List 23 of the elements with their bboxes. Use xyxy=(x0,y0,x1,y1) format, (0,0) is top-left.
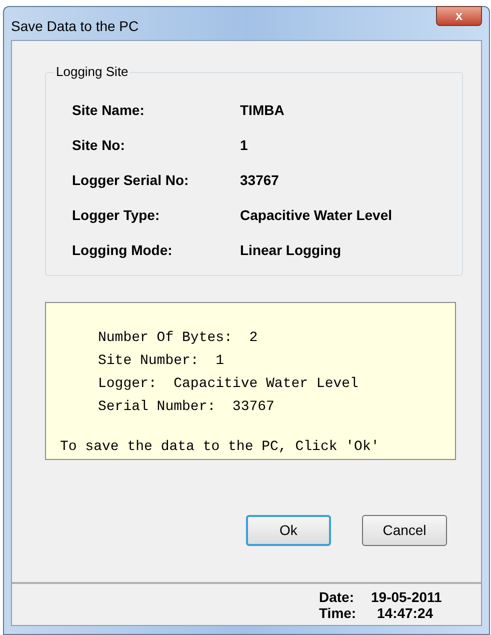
summary-line: Serial Number: 33767 xyxy=(98,398,276,417)
field-label: Logging Mode: xyxy=(72,241,174,260)
window-title: Save Data to the PC xyxy=(11,17,139,36)
status-value: 19-05-2011 xyxy=(371,588,442,604)
summary-line: Number Of Bytes: 2 xyxy=(98,329,259,348)
field-label: Logger Type: xyxy=(72,206,161,225)
group-title: Logging Site xyxy=(54,64,130,80)
field-value: Capacitive Water Level xyxy=(240,206,392,225)
field-value: 33767 xyxy=(240,171,279,190)
summary-line: Site Number: 1 xyxy=(98,352,226,371)
status-label: Date: xyxy=(319,588,356,604)
field-label: Logger Serial No: xyxy=(72,171,190,190)
field-label: Site No: xyxy=(72,136,126,155)
status-value: 14:47:24 xyxy=(376,604,434,620)
field-value: 1 xyxy=(240,136,248,155)
field-label: Site Name: xyxy=(72,101,146,120)
status-label: Time: xyxy=(319,604,358,620)
field-value: TIMBA xyxy=(240,101,284,120)
instruction-text: To save the data to the PC, Click 'Ok' xyxy=(60,438,380,457)
dialog-button[interactable]: Ok xyxy=(246,515,331,546)
summary-line: Logger: Capacitive Water Level xyxy=(98,375,360,394)
field-value: Linear Logging xyxy=(240,241,342,260)
dialog-button[interactable]: Cancel xyxy=(362,515,447,546)
